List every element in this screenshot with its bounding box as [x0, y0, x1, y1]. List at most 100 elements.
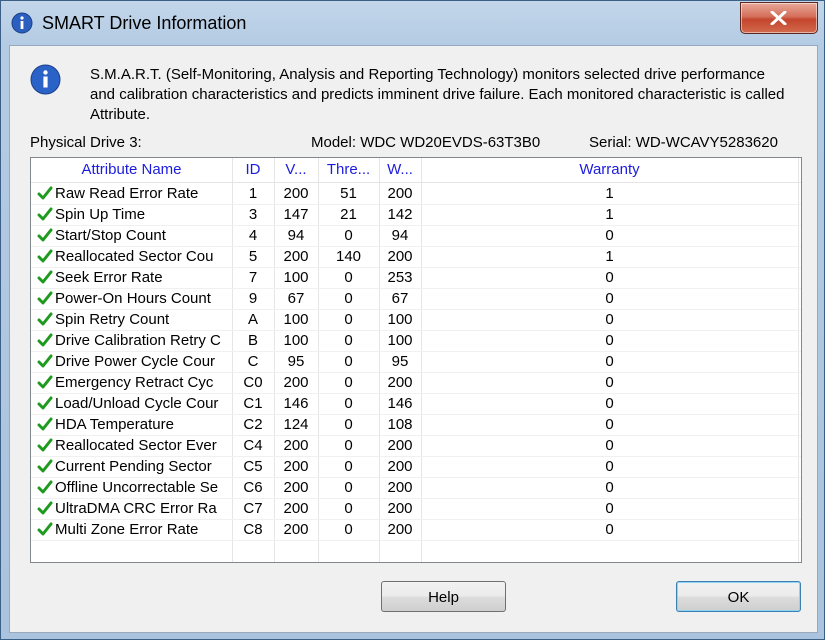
- cell-worst: 200: [387, 437, 413, 454]
- table-row[interactable]: HDA Temperature C2 124 0 108 0: [31, 414, 801, 436]
- cell-worst: 100: [387, 311, 413, 328]
- cell-name: Emergency Retract Cyc: [55, 374, 214, 391]
- cell-worst: 253: [387, 269, 413, 286]
- cell-threshold: 0: [344, 353, 353, 370]
- cell-id: C1: [243, 395, 263, 412]
- col-header-threshold[interactable]: Thre...: [318, 158, 379, 182]
- cell-name: Current Pending Sector: [55, 458, 212, 475]
- cell-name: UltraDMA CRC Error Ra: [55, 500, 217, 517]
- cell-name: Reallocated Sector Cou: [55, 248, 214, 265]
- table-row[interactable]: Offline Uncorrectable Se C6 200 0 200 0: [31, 477, 801, 499]
- table-row[interactable]: Multi Zone Error Rate C8 200 0 200 0: [31, 519, 801, 541]
- table-row[interactable]: Drive Calibration Retry C B 100 0 100 0: [31, 330, 801, 352]
- cell-name: Seek Error Rate: [55, 269, 163, 286]
- cell-warranty: 0: [605, 374, 614, 391]
- col-header-worst[interactable]: W...: [379, 158, 421, 182]
- cell-warranty: 0: [605, 332, 614, 349]
- title-bar[interactable]: SMART Drive Information: [1, 1, 824, 45]
- attributes-table[interactable]: Attribute Name ID V... Thre... W... Warr…: [30, 157, 802, 563]
- cell-worst: 200: [387, 521, 413, 538]
- close-button[interactable]: [740, 2, 818, 34]
- col-header-id[interactable]: ID: [232, 158, 274, 182]
- table-row[interactable]: Spin Up Time 3 147 21 142 1: [31, 204, 801, 226]
- cell-id: 7: [248, 269, 258, 286]
- cell-warranty: 0: [605, 437, 614, 454]
- cell-threshold: 0: [344, 500, 353, 517]
- check-icon: [37, 186, 53, 200]
- check-icon: [37, 417, 53, 431]
- cell-id: C8: [243, 521, 263, 538]
- cell-warranty: 0: [605, 269, 614, 286]
- table-row[interactable]: Raw Read Error Rate 1 200 51 200 1: [31, 183, 801, 205]
- table-row[interactable]: Start/Stop Count 4 94 0 94 0: [31, 225, 801, 247]
- ok-button[interactable]: OK: [676, 581, 801, 612]
- table-row[interactable]: Emergency Retract Cyc C0 200 0 200 0: [31, 372, 801, 394]
- cell-warranty: 0: [605, 458, 614, 475]
- cell-threshold: 0: [344, 521, 353, 538]
- check-icon: [37, 270, 53, 284]
- cell-name: Reallocated Sector Ever: [55, 437, 217, 454]
- table-row[interactable]: UltraDMA CRC Error Ra C7 200 0 200 0: [31, 498, 801, 520]
- cell-value: 100: [283, 269, 309, 286]
- table-row[interactable]: Load/Unload Cycle Cour C1 146 0 146 0: [31, 393, 801, 415]
- cell-threshold: 0: [344, 437, 353, 454]
- table-row[interactable]: Reallocated Sector Cou 5 200 140 200 1: [31, 246, 801, 268]
- cell-worst: 200: [387, 374, 413, 391]
- cell-worst: 100: [387, 332, 413, 349]
- drive-info: Physical Drive 3: Model: WDC WD20EVDS-63…: [30, 134, 810, 154]
- cell-warranty: 0: [605, 521, 614, 538]
- cell-value: 100: [283, 311, 309, 328]
- check-icon: [37, 459, 53, 473]
- col-header-warranty[interactable]: Warranty: [421, 158, 798, 182]
- col-header-value[interactable]: V...: [274, 158, 318, 182]
- cell-warranty: 0: [605, 311, 614, 328]
- info-icon: [30, 64, 61, 95]
- cell-warranty: 1: [605, 185, 614, 202]
- cell-value: 67: [287, 290, 305, 307]
- cell-id: A: [247, 311, 258, 328]
- cell-threshold: 140: [335, 248, 362, 265]
- help-button[interactable]: Help: [381, 581, 506, 612]
- cell-value: 147: [283, 206, 309, 223]
- cell-threshold: 0: [344, 479, 353, 496]
- cell-threshold: 0: [344, 458, 353, 475]
- cell-name: Spin Up Time: [55, 206, 146, 223]
- cell-name: Offline Uncorrectable Se: [55, 479, 219, 496]
- cell-threshold: 0: [344, 269, 353, 286]
- cell-name: Raw Read Error Rate: [55, 185, 199, 202]
- cell-warranty: 0: [605, 500, 614, 517]
- cell-warranty: 1: [605, 248, 614, 265]
- cell-warranty: 0: [605, 227, 614, 244]
- cell-id: C6: [243, 479, 263, 496]
- check-icon: [37, 333, 53, 347]
- table-row[interactable]: Drive Power Cycle Cour C 95 0 95 0: [31, 351, 801, 373]
- cell-id: C: [247, 353, 259, 370]
- table-header: Attribute Name ID V... Thre... W... Warr…: [31, 158, 801, 183]
- cell-value: 200: [283, 500, 309, 517]
- cell-id: C2: [243, 416, 263, 433]
- check-icon: [37, 249, 53, 263]
- cell-worst: 142: [387, 206, 413, 223]
- col-header-name[interactable]: Attribute Name: [31, 158, 232, 182]
- cell-worst: 108: [387, 416, 413, 433]
- cell-id: C0: [243, 374, 263, 391]
- cell-value: 95: [287, 353, 305, 370]
- cell-warranty: 0: [605, 416, 614, 433]
- cell-value: 200: [283, 437, 309, 454]
- cell-value: 200: [283, 479, 309, 496]
- table-row[interactable]: Spin Retry Count A 100 0 100 0: [31, 309, 801, 331]
- cell-value: 200: [283, 248, 309, 265]
- smart-description: S.M.A.R.T. (Self-Monitoring, Analysis an…: [90, 66, 785, 123]
- cell-worst: 200: [387, 185, 413, 202]
- window-title: SMART Drive Information: [42, 13, 247, 33]
- cell-name: Spin Retry Count: [55, 311, 170, 328]
- cell-value: 100: [283, 332, 309, 349]
- table-row[interactable]: Power-On Hours Count 9 67 0 67 0: [31, 288, 801, 310]
- cell-warranty: 0: [605, 395, 614, 412]
- cell-value: 200: [283, 185, 309, 202]
- table-row[interactable]: Seek Error Rate 7 100 0 253 0: [31, 267, 801, 289]
- cell-warranty: 0: [605, 353, 614, 370]
- table-row[interactable]: Current Pending Sector C5 200 0 200 0: [31, 456, 801, 478]
- check-icon: [37, 312, 53, 326]
- table-row[interactable]: Reallocated Sector Ever C4 200 0 200 0: [31, 435, 801, 457]
